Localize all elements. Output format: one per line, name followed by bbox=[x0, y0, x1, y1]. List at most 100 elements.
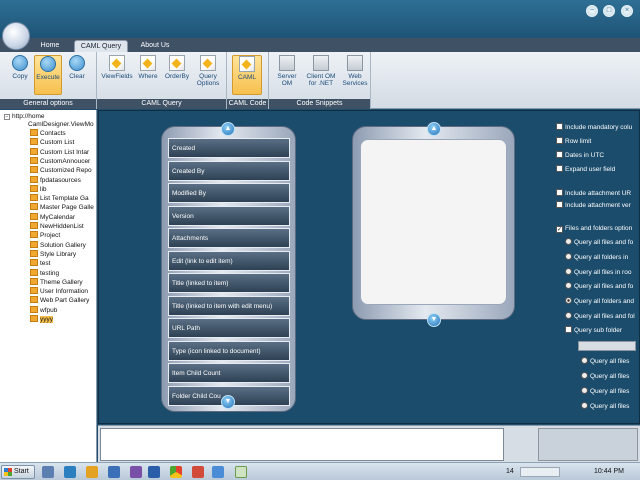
field-item[interactable]: Title (linked to item with edit menu) bbox=[168, 295, 290, 316]
tree-list-item[interactable]: yyyy bbox=[30, 315, 53, 324]
sub-option-radio[interactable]: Query all files bbox=[581, 387, 629, 396]
option-radio[interactable]: Query all files and fo bbox=[565, 282, 633, 291]
checkbox[interactable] bbox=[556, 137, 563, 144]
radio[interactable] bbox=[565, 252, 572, 260]
option-radio[interactable]: Query all folders and bbox=[565, 297, 634, 306]
option-radio[interactable]: Query all files and fo bbox=[565, 238, 633, 247]
tree-list-item[interactable]: testing bbox=[30, 268, 59, 278]
radio[interactable] bbox=[565, 282, 572, 290]
sub-option-radio[interactable]: Query all files bbox=[581, 357, 629, 366]
option-checkbox[interactable]: Include mandatory colu bbox=[556, 123, 632, 132]
explorer-icon[interactable] bbox=[64, 466, 76, 478]
tab-home[interactable]: Home bbox=[30, 40, 70, 52]
tree-list-item[interactable]: Style Library bbox=[30, 249, 76, 259]
option-radio[interactable]: Query all files in roo bbox=[565, 267, 631, 277]
tree-list-item[interactable]: CustomAnnoucer bbox=[30, 156, 90, 166]
save-icon[interactable] bbox=[108, 466, 120, 478]
orderby-button[interactable]: OrderBy bbox=[162, 55, 192, 99]
web-services-button[interactable]: Web Services bbox=[341, 55, 369, 99]
radio[interactable] bbox=[581, 372, 588, 379]
field-item[interactable]: URL Path bbox=[168, 318, 290, 338]
checkbox[interactable] bbox=[556, 151, 563, 158]
checkbox[interactable] bbox=[556, 201, 563, 208]
field-item[interactable]: Edit (link to edit item) bbox=[168, 250, 290, 271]
clear-button[interactable]: Clear bbox=[64, 55, 90, 95]
option-checkbox[interactable]: Dates in UTC bbox=[556, 151, 604, 160]
viewfields-button[interactable]: ViewFields bbox=[100, 55, 134, 99]
collapse-icon[interactable]: − bbox=[4, 114, 10, 120]
app-icon[interactable] bbox=[130, 466, 142, 478]
field-item[interactable]: Created By bbox=[168, 160, 290, 181]
server-om-button[interactable]: Server OM bbox=[272, 55, 302, 99]
app-orb-button[interactable] bbox=[2, 22, 30, 50]
caml-designer-task-icon[interactable] bbox=[235, 466, 247, 478]
tab-caml-query[interactable]: CAML Query bbox=[74, 40, 128, 52]
tree-list-item[interactable]: MyCalendar bbox=[30, 212, 75, 222]
option-checkbox[interactable]: Expand user field bbox=[556, 165, 615, 174]
tree-list-item[interactable]: Web Part Gallery bbox=[30, 296, 89, 305]
result-text-area[interactable] bbox=[100, 428, 504, 461]
radio[interactable] bbox=[581, 402, 588, 409]
checkbox[interactable] bbox=[556, 165, 563, 172]
tree-list-item[interactable]: Master Page Galle bbox=[30, 203, 94, 212]
field-item[interactable]: Title (linked to item) bbox=[168, 273, 290, 293]
checkbox[interactable] bbox=[556, 189, 563, 196]
option-checkbox[interactable]: Include attachment ver bbox=[556, 201, 631, 210]
word-icon[interactable] bbox=[212, 466, 224, 478]
start-button[interactable]: Start bbox=[1, 465, 35, 479]
option-checkbox[interactable]: Include attachment UR bbox=[556, 189, 631, 198]
field-item[interactable]: Attachments bbox=[168, 228, 290, 248]
tree-list-item[interactable]: Project bbox=[30, 231, 60, 240]
tree-list-item[interactable]: lib bbox=[30, 184, 47, 194]
folder-dropdown[interactable] bbox=[578, 341, 636, 351]
field-item[interactable]: Created bbox=[168, 138, 290, 158]
option-radio[interactable]: Query all files and fol bbox=[565, 312, 635, 321]
field-item[interactable]: Item Child Count bbox=[168, 363, 290, 383]
tree-list-item[interactable]: Solution Gallery bbox=[30, 240, 86, 250]
tree-list-item[interactable]: test bbox=[30, 259, 50, 268]
minimize-icon[interactable]: − bbox=[586, 5, 598, 17]
app-icon[interactable] bbox=[192, 466, 204, 478]
tab-about-us[interactable]: About Us bbox=[132, 40, 178, 52]
clock[interactable]: 10:44 PM bbox=[594, 464, 624, 480]
scroll-down-icon[interactable]: ▼ bbox=[221, 395, 235, 409]
files-folders-checkbox[interactable]: Files and folders option bbox=[556, 224, 632, 233]
radio[interactable] bbox=[581, 357, 588, 364]
sub-option-radio[interactable]: Query all files bbox=[581, 402, 629, 411]
tree-list-item[interactable]: Custom List bbox=[30, 138, 74, 147]
tree-list-item[interactable]: User Information bbox=[30, 287, 88, 296]
sub-folder-checkbox[interactable]: Query sub folder bbox=[565, 326, 622, 335]
sub-option-radio[interactable]: Query all files bbox=[581, 372, 629, 381]
tree-list-item[interactable]: NewHiddenList bbox=[30, 222, 84, 231]
checkbox[interactable] bbox=[556, 226, 563, 233]
field-item[interactable]: Version bbox=[168, 205, 290, 226]
tree-list-item[interactable]: fpdatasources bbox=[30, 175, 81, 185]
caml-code-box[interactable] bbox=[360, 139, 507, 305]
checkbox[interactable] bbox=[556, 123, 563, 130]
radio[interactable] bbox=[565, 267, 572, 275]
tree-site[interactable]: CamlDesigner.ViewMo bbox=[28, 120, 94, 129]
tree-list-item[interactable]: Customized Repo bbox=[30, 166, 92, 175]
media-icon[interactable] bbox=[86, 466, 98, 478]
scroll-down-icon[interactable]: ▼ bbox=[427, 313, 441, 327]
radio[interactable] bbox=[565, 297, 572, 305]
chrome-icon[interactable] bbox=[170, 466, 182, 478]
checkbox[interactable] bbox=[565, 326, 572, 333]
desktop-icon[interactable] bbox=[42, 466, 54, 478]
maximize-icon[interactable]: □ bbox=[603, 5, 615, 17]
where-button[interactable]: Where bbox=[135, 55, 161, 99]
tree-list-item[interactable]: List Template Ga bbox=[30, 194, 89, 203]
client-om-button[interactable]: Client OM for .NET bbox=[303, 55, 339, 99]
option-checkbox[interactable]: Row limit bbox=[556, 137, 591, 146]
scroll-up-icon[interactable]: ▲ bbox=[427, 122, 441, 136]
radio[interactable] bbox=[581, 387, 588, 394]
tray-icons[interactable] bbox=[520, 467, 560, 477]
tree-list-item[interactable]: wfpub bbox=[30, 305, 57, 315]
radio[interactable] bbox=[565, 238, 572, 245]
tree-list-item[interactable]: Theme Gallery bbox=[30, 277, 83, 287]
option-radio[interactable]: Query all folders in bbox=[565, 252, 628, 262]
radio[interactable] bbox=[565, 312, 572, 319]
field-item[interactable]: Modified By bbox=[168, 183, 290, 203]
copy-button[interactable]: Copy bbox=[6, 55, 34, 95]
tree-list-item[interactable]: Custom List Intar bbox=[30, 147, 89, 157]
